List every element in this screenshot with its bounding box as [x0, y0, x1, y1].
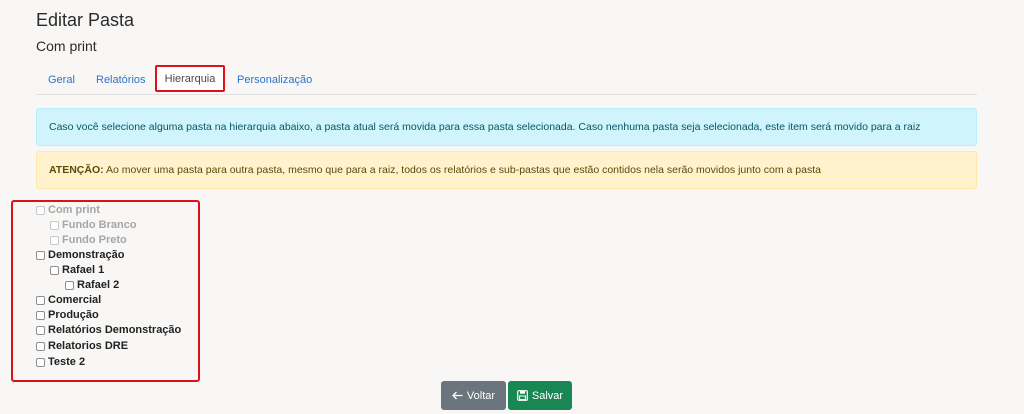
checkbox[interactable] — [36, 295, 45, 305]
tree-item-label: Rafael 2 — [77, 279, 120, 291]
tree-item-fundo-preto: Fundo Preto — [50, 233, 127, 247]
warning-label: ATENÇÃO: — [49, 164, 104, 176]
tab-geral[interactable]: Geral — [48, 66, 75, 94]
info-alert: Caso você selecione alguma pasta na hier… — [36, 108, 977, 146]
checkbox[interactable] — [36, 250, 45, 260]
tree-item-label: Relatórios Demonstração — [48, 324, 182, 336]
page-subtitle: Com print — [36, 38, 97, 54]
tree-item-com-print: Com print — [36, 203, 100, 217]
tab-personalizacao[interactable]: Personalização — [237, 66, 312, 94]
save-button-label: Salvar — [531, 389, 564, 402]
tab-bar: Geral Relatórios Hierarquia Personalizaç… — [36, 65, 977, 95]
page-title: Editar Pasta — [36, 10, 135, 30]
save-button[interactable]: Salvar — [508, 381, 572, 410]
tree-item-label: Fundo Branco — [62, 219, 137, 231]
back-button-label: Voltar — [466, 389, 496, 402]
tree-item-label: Relatorios DRE — [48, 340, 129, 352]
checkbox[interactable] — [36, 357, 45, 367]
checkbox[interactable] — [36, 325, 45, 335]
tree-item-fundo-branco: Fundo Branco — [50, 218, 137, 232]
tree-item-producao[interactable]: Produção — [36, 308, 99, 322]
arrow-left-icon — [452, 391, 463, 400]
checkbox[interactable] — [50, 265, 59, 275]
tab-hierarquia[interactable]: Hierarquia — [155, 65, 225, 92]
tree-item-rafael-2[interactable]: Rafael 2 — [65, 278, 119, 292]
warning-alert: ATENÇÃO: Ao mover uma pasta para outra p… — [36, 151, 977, 189]
tree-item-label: Fundo Preto — [62, 234, 127, 246]
tree-item-demonstracao[interactable]: Demonstração — [36, 248, 124, 262]
tree-item-label: Demonstração — [48, 249, 125, 261]
tab-relatorios[interactable]: Relatórios — [96, 66, 146, 94]
tree-item-label: Teste 2 — [48, 356, 86, 368]
tree-item-label: Rafael 1 — [62, 264, 105, 276]
checkbox[interactable] — [65, 280, 74, 290]
floppy-disk-icon — [517, 390, 528, 401]
tree-item-label: Com print — [48, 204, 100, 216]
tree-item-rafael-1[interactable]: Rafael 1 — [50, 263, 104, 277]
checkbox — [50, 235, 59, 245]
tree-item-relatorios-dre[interactable]: Relatorios DRE — [36, 339, 128, 353]
tree-item-label: Produção — [48, 309, 99, 321]
tree-item-label: Comercial — [48, 294, 102, 306]
tree-item-teste-2[interactable]: Teste 2 — [36, 355, 85, 369]
tree-item-relatorios-demonstracao[interactable]: Relatórios Demonstração — [36, 323, 181, 337]
back-button[interactable]: Voltar — [441, 381, 506, 410]
tree-item-comercial[interactable]: Comercial — [36, 293, 101, 307]
checkbox — [36, 205, 45, 215]
checkbox — [50, 220, 59, 230]
warning-text: Ao mover uma pasta para outra pasta, mes… — [103, 164, 821, 176]
checkbox[interactable] — [36, 341, 45, 351]
checkbox[interactable] — [36, 310, 45, 320]
